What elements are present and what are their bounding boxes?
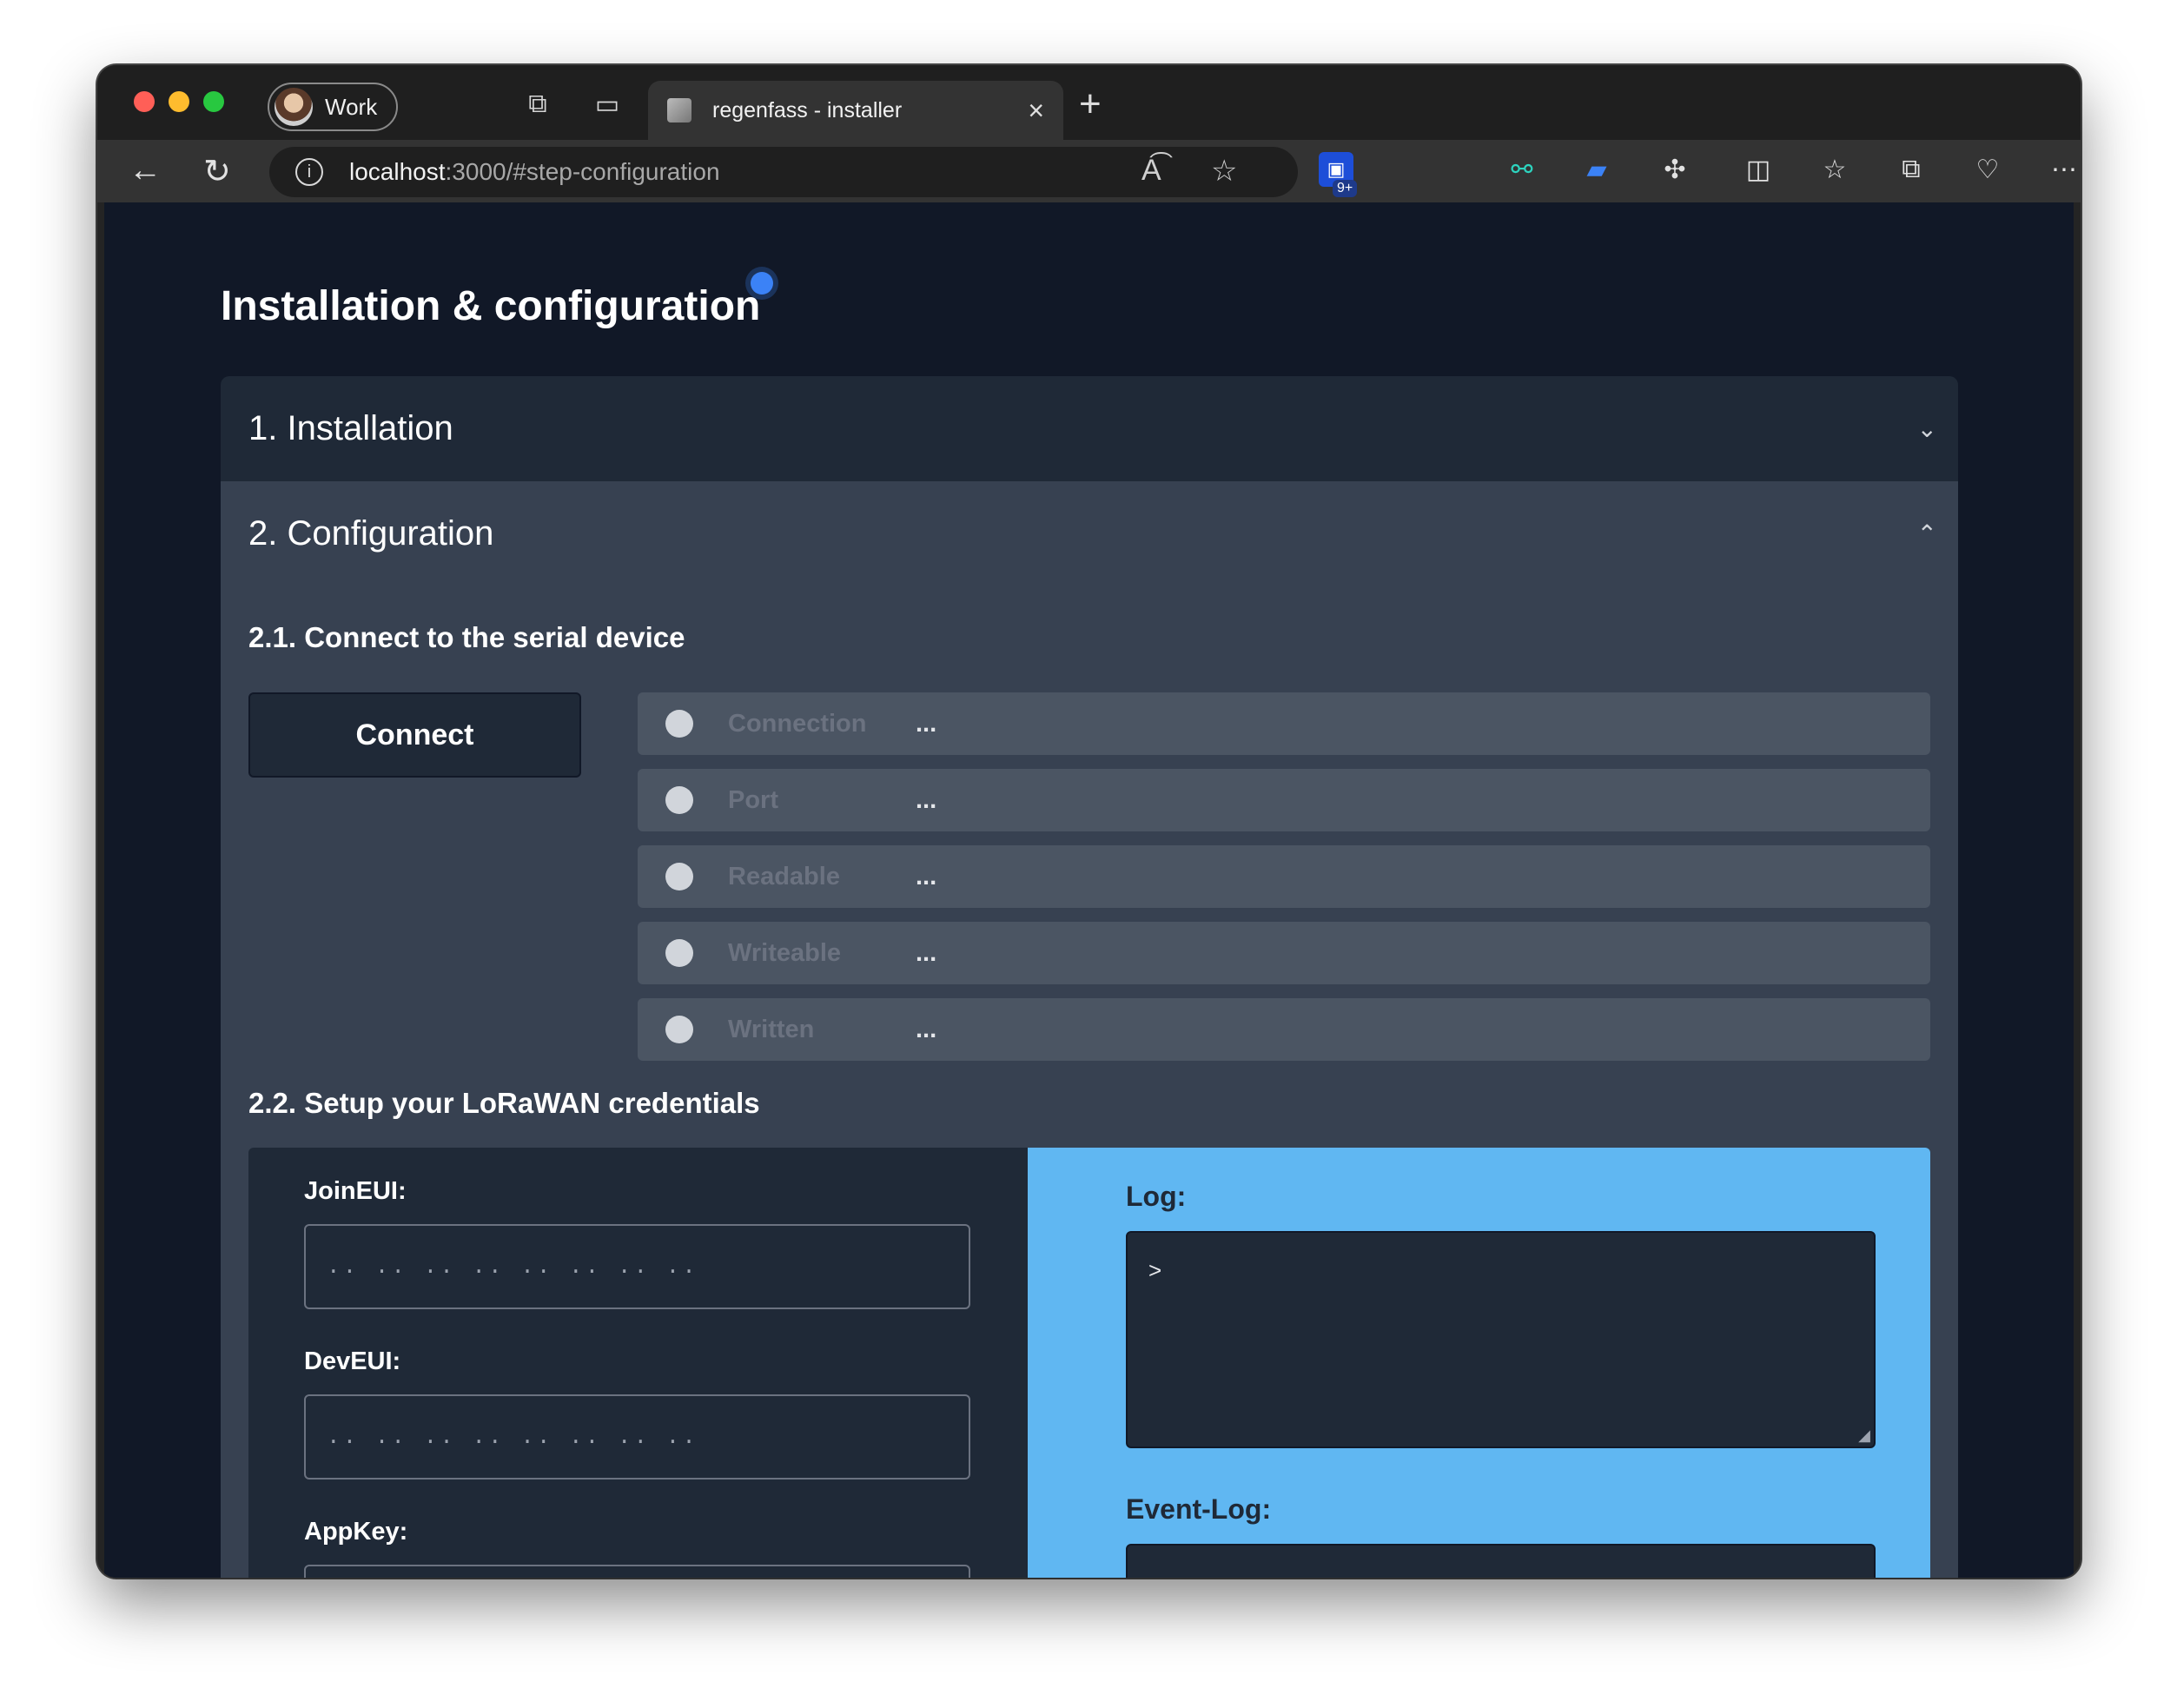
chevron-down-icon: ⌄ [1916, 415, 1937, 442]
status-value: ... [916, 938, 937, 967]
status-row-written: Written ... [638, 998, 1930, 1061]
status-row-writeable: Writeable ... [638, 922, 1930, 984]
app-key-label: AppKey: [304, 1518, 408, 1546]
status-label: Connection [728, 709, 867, 738]
tab-title: regenfass - installer [712, 97, 903, 122]
collections-icon[interactable]: ⧉ [1894, 152, 1929, 187]
address-bar[interactable]: i localhost:3000/#step-configuration A͡ … [269, 147, 1298, 197]
log-textarea[interactable]: > ◢ [1126, 1231, 1876, 1448]
status-label: Port [728, 785, 778, 814]
log-label: Log: [1126, 1181, 1187, 1212]
status-radio [665, 786, 693, 814]
close-window-button[interactable] [134, 91, 155, 112]
split-screen-icon[interactable]: ◫ [1741, 152, 1776, 187]
url-path: :3000/#step-configuration [445, 158, 720, 185]
close-tab-icon[interactable]: × [1028, 95, 1044, 127]
page-title: Installation & configuration [221, 283, 761, 329]
status-radio [665, 710, 693, 738]
profile-label: Work [325, 93, 378, 120]
connect-button[interactable]: Connect [248, 692, 581, 778]
dev-eui-label: DevEUI: [304, 1347, 401, 1375]
minimize-window-button[interactable] [169, 91, 189, 112]
extension-badge: 9+ [1333, 180, 1358, 197]
reload-icon[interactable]: ↻ [203, 152, 231, 191]
tab-strip: Work ⧉ ▭ regenfass - installer × + [97, 65, 2081, 140]
chat-extension-icon[interactable]: ▰ [1579, 152, 1614, 187]
favorite-star-icon[interactable]: ☆ [1211, 154, 1237, 189]
more-menu-icon[interactable]: ⋯ [2047, 152, 2081, 187]
browser-toolbar: ← ↻ i localhost:3000/#step-configuration… [97, 140, 2081, 202]
status-radio [665, 939, 693, 967]
status-row-connection: Connection ... [638, 692, 1930, 755]
credentials-form: JoinEUI: DevEUI: AppKey: [248, 1148, 1028, 1578]
log-panel: Log: > ◢ Event-Log: [1028, 1148, 1930, 1578]
page-content: Installation & configuration 1. Installa… [104, 202, 2074, 1578]
url-host: localhost [349, 158, 446, 185]
status-value: ... [916, 785, 937, 814]
site-info-icon[interactable]: i [295, 158, 323, 186]
status-value: ... [916, 1015, 937, 1043]
back-icon[interactable]: ← [129, 152, 162, 189]
section-configuration-header[interactable]: 2. Configuration ⌃ [221, 481, 1958, 586]
browser-essentials-icon[interactable]: ♡ [1970, 152, 2005, 187]
dev-eui-input[interactable] [304, 1394, 970, 1480]
status-label: Readable [728, 862, 840, 890]
status-label: Written [728, 1015, 815, 1043]
setup-accordion: 1. Installation ⌄ 2. Configuration ⌃ 2.1… [221, 376, 1958, 1578]
browser-window: Work ⧉ ▭ regenfass - installer × + ← ↻ i… [97, 65, 2081, 1578]
status-value: ... [916, 862, 937, 890]
join-eui-input[interactable] [304, 1224, 970, 1309]
favicon-icon [667, 98, 691, 122]
status-radio [665, 1016, 693, 1043]
tab-actions-icon[interactable]: ▭ [594, 90, 620, 119]
log-content: > [1148, 1257, 1162, 1283]
event-log-label: Event-Log: [1126, 1493, 1272, 1525]
link-extension-icon[interactable]: ⚯ [1505, 152, 1539, 187]
section-configuration-label: 2. Configuration [248, 514, 494, 553]
tab-regenfass-installer[interactable]: regenfass - installer × [648, 81, 1063, 140]
resize-grip-icon[interactable]: ◢ [1858, 1427, 1870, 1445]
workspaces-icon[interactable]: ⧉ [525, 89, 551, 118]
read-aloud-icon[interactable]: A͡ [1141, 154, 1161, 188]
maximize-window-button[interactable] [203, 91, 224, 112]
profile-button[interactable]: Work [268, 83, 398, 131]
join-eui-label: JoinEUI: [304, 1177, 407, 1205]
app-key-input[interactable] [304, 1565, 970, 1578]
status-dot-icon [751, 272, 773, 295]
serial-heading: 2.1. Connect to the serial device [248, 621, 685, 653]
status-label: Writeable [728, 938, 842, 967]
avatar [275, 88, 313, 126]
new-tab-icon[interactable]: + [1079, 83, 1102, 126]
chevron-up-icon: ⌃ [1916, 520, 1937, 547]
favorites-icon[interactable]: ☆ [1817, 152, 1852, 187]
lorawan-heading: 2.2. Setup your LoRaWAN credentials [248, 1087, 760, 1119]
event-log-textarea[interactable] [1126, 1544, 1876, 1578]
section-installation-header[interactable]: 1. Installation ⌄ [221, 376, 1958, 481]
section-installation-label: 1. Installation [248, 409, 453, 447]
status-row-readable: Readable ... [638, 845, 1930, 908]
status-value: ... [916, 709, 937, 738]
status-row-port: Port ... [638, 769, 1930, 831]
status-radio [665, 863, 693, 890]
extensions-icon[interactable]: ✣ [1658, 152, 1692, 187]
